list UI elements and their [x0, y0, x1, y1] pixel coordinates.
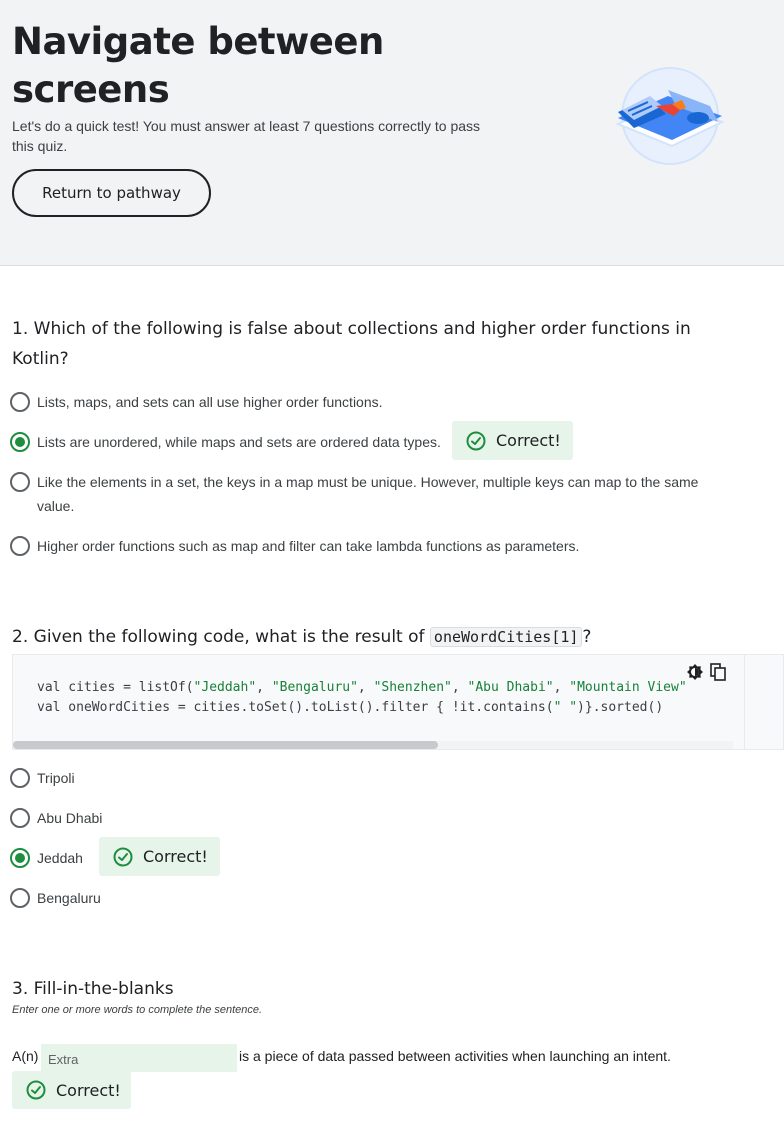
return-to-pathway-button[interactable]: Return to pathway: [12, 169, 211, 217]
inline-code: oneWordCities[1]: [429, 627, 583, 647]
option-label: Higher order functions such as map and f…: [37, 538, 580, 554]
question-2-correct-badge: Correct!: [99, 837, 220, 876]
check-circle-icon: [113, 847, 133, 866]
fill-in-blank-row: A(n) is a piece of data passed between a…: [12, 1044, 772, 1072]
question-1-option-3[interactable]: Like the elements in a set, the keys in …: [10, 472, 710, 518]
question-3-number: 3.: [12, 979, 29, 999]
question-3-text: Fill-in-the-blanks: [33, 979, 174, 999]
question-2-title: 2. Given the following code, what is the…: [12, 622, 772, 652]
question-2-mark: ?: [582, 627, 592, 647]
question-3-title: 3. Fill-in-the-blanks: [12, 974, 174, 1004]
code-text: )}.sorted(): [577, 700, 664, 715]
code-string: "Bengaluru": [271, 680, 358, 695]
code-separator: ,: [451, 680, 468, 695]
code-separator: ,: [357, 680, 374, 695]
code-scrollbar-thumb[interactable]: [13, 741, 438, 749]
option-label: Lists, maps, and sets can all use higher…: [37, 394, 383, 410]
radio-button[interactable]: [10, 536, 30, 556]
question-1-title: 1. Which of the following is false about…: [12, 314, 712, 374]
code-line-1: val cities = listOf("Jeddah", "Bengaluru…: [37, 678, 687, 698]
question-1-option-4[interactable]: Higher order functions such as map and f…: [10, 536, 579, 558]
question-1-option-2[interactable]: Lists are unordered, while maps and sets…: [10, 432, 441, 454]
question-2-option-3[interactable]: Jeddah: [10, 848, 83, 870]
quiz-subtitle: Let's do a quick test! You must answer a…: [12, 118, 481, 154]
code-line-2: val oneWordCities = cities.toSet().toLis…: [37, 698, 663, 718]
question-2-number: 2.: [12, 627, 29, 647]
blank-answer-input[interactable]: [41, 1044, 237, 1072]
radio-button-selected[interactable]: [10, 848, 30, 868]
code-string: "Mountain View": [569, 680, 687, 695]
option-label: Jeddah: [37, 850, 83, 866]
radio-button[interactable]: [10, 472, 30, 492]
copy-icon[interactable]: [709, 663, 727, 681]
correct-label: Correct!: [143, 847, 208, 866]
code-text: val oneWordCities = cities.toSet().toLis…: [37, 700, 554, 715]
option-label: Like the elements in a set, the keys in …: [37, 474, 699, 514]
radio-button-selected[interactable]: [10, 432, 30, 452]
radio-button[interactable]: [10, 888, 30, 908]
check-circle-icon: [26, 1080, 46, 1100]
code-divider: [744, 655, 745, 749]
radio-button[interactable]: [10, 768, 30, 788]
sentence-prefix: A(n): [12, 1048, 39, 1064]
radio-button[interactable]: [10, 808, 30, 828]
option-label: Lists are unordered, while maps and sets…: [37, 434, 441, 450]
code-block: val cities = listOf("Jeddah", "Bengaluru…: [12, 654, 784, 750]
code-separator: ,: [553, 680, 570, 695]
check-circle-icon: [466, 431, 486, 450]
code-text: val cities = listOf(: [37, 680, 194, 695]
dark-mode-toggle-icon[interactable]: [686, 663, 704, 681]
code-string: " ": [553, 700, 578, 715]
sentence-suffix: is a piece of data passed between activi…: [239, 1048, 671, 1064]
option-label: Bengaluru: [37, 890, 101, 906]
code-string: "Jeddah": [193, 680, 257, 695]
question-1-number: 1.: [12, 319, 29, 339]
question-1-text: Which of the following is false about co…: [12, 319, 691, 369]
question-3-correct-badge: Correct!: [12, 1071, 131, 1109]
code-string: "Abu Dhabi": [467, 680, 554, 695]
navigate-screens-illustration: [610, 66, 734, 170]
option-label: Abu Dhabi: [37, 810, 103, 826]
correct-label: Correct!: [496, 431, 561, 450]
question-2-text: Given the following code, what is the re…: [33, 627, 425, 647]
correct-label: Correct!: [56, 1080, 121, 1100]
question-2-option-4[interactable]: Bengaluru: [10, 888, 101, 910]
option-label: Tripoli: [37, 770, 75, 786]
page-title: Navigate between screens: [12, 20, 384, 111]
quiz-header: Navigate between screens Let's do a quic…: [0, 0, 784, 266]
question-3-instruction: Enter one or more words to complete the …: [12, 1004, 263, 1016]
question-2-option-1[interactable]: Tripoli: [10, 768, 75, 790]
question-2-option-2[interactable]: Abu Dhabi: [10, 808, 102, 830]
code-string: "Shenzhen": [373, 680, 452, 695]
question-1-correct-badge: Correct!: [452, 421, 573, 460]
radio-button[interactable]: [10, 392, 30, 412]
question-1-option-1[interactable]: Lists, maps, and sets can all use higher…: [10, 392, 383, 414]
code-separator: ,: [256, 680, 272, 695]
